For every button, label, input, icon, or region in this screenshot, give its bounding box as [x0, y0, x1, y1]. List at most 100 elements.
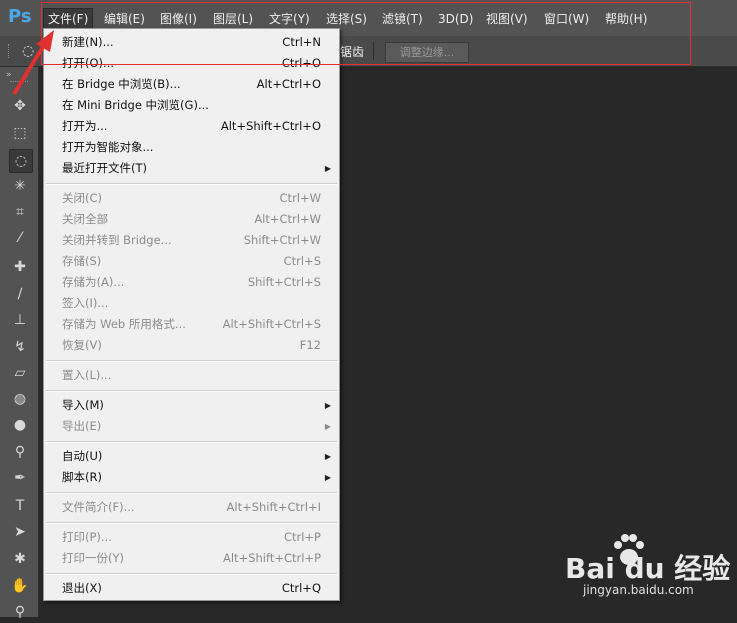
options-bar-grip[interactable] [8, 44, 12, 58]
lasso-icon[interactable]: ◌ [9, 149, 33, 173]
menu-separator [46, 390, 337, 392]
dodge-icon[interactable]: ⚲ [9, 441, 31, 463]
file-menu-item[interactable]: 退出(X) Ctrl+Q [44, 578, 339, 599]
file-menu-item[interactable]: 打开为... Alt+Shift+Ctrl+O [44, 116, 339, 137]
file-menu-item[interactable]: 打开(O)... Ctrl+O [44, 53, 339, 74]
file-menu-item[interactable]: 存储为 Web 所用格式... Alt+Shift+Ctrl+S [44, 314, 339, 335]
menu-item-label: 文件简介(F)... [62, 500, 135, 514]
file-menu-item[interactable]: 关闭全部 Alt+Ctrl+W [44, 209, 339, 230]
submenu-arrow-icon: ▶ [324, 401, 331, 410]
menu-item-label: 自动(U) [62, 449, 103, 463]
rectangular-marquee-icon[interactable]: ⬚ [9, 122, 31, 144]
eraser-icon[interactable]: ▱ [9, 362, 31, 384]
file-menu-item[interactable]: 文件简介(F)... Alt+Shift+Ctrl+I [44, 497, 339, 518]
menu-separator [46, 183, 337, 185]
photoshop-logo: Ps [8, 6, 32, 27]
menu-select[interactable]: 选择(S) [322, 9, 371, 29]
menu-item-label: 在 Mini Bridge 中浏览(G)... [62, 98, 209, 112]
menu-separator [46, 492, 337, 494]
menu-edit[interactable]: 编辑(E) [100, 9, 149, 29]
menu-item-label: 新建(N)... [62, 35, 114, 49]
healing-brush-icon[interactable]: ✚ [9, 256, 31, 278]
file-menu-item[interactable]: 自动(U) ▶ [44, 446, 339, 467]
menu-filter[interactable]: 滤镜(T) [378, 9, 427, 29]
eyedropper-icon[interactable]: ⁄ [9, 227, 31, 249]
brush-icon[interactable]: ∕ [9, 283, 31, 305]
menu-item-shortcut: Ctrl+W [279, 191, 321, 205]
menu-3d[interactable]: 3D(D) [434, 9, 477, 29]
file-menu-item[interactable]: 签入(I)... [44, 293, 339, 314]
clone-stamp-icon[interactable]: ⊥ [9, 309, 31, 331]
pen-icon[interactable]: ✒ [9, 467, 31, 489]
menu-item-shortcut: Shift+Ctrl+W [243, 233, 321, 247]
menu-item-label: 关闭全部 [62, 212, 108, 226]
move-icon[interactable]: ✥ [9, 95, 31, 117]
file-menu-item[interactable]: 脚本(R) ▶ [44, 467, 339, 488]
file-menu-item[interactable]: 打开为智能对象... [44, 137, 339, 158]
custom-shape-icon[interactable]: ✱ [9, 548, 31, 570]
menu-type[interactable]: 文字(Y) [265, 9, 314, 29]
file-menu-item[interactable]: 打印一份(Y) Alt+Shift+Ctrl+P [44, 548, 339, 569]
menu-item-shortcut: Ctrl+N [282, 35, 321, 49]
file-menu-item[interactable]: 最近打开文件(T) ▶ [44, 158, 339, 179]
menu-item-shortcut: Alt+Ctrl+W [254, 212, 321, 226]
file-menu-item[interactable]: 打印(P)... Ctrl+P [44, 527, 339, 548]
menu-window[interactable]: 窗口(W) [540, 9, 593, 29]
menu-item-label: 脚本(R) [62, 470, 102, 484]
collapse-panel-icon[interactable]: » [6, 70, 12, 80]
file-menu-item[interactable]: 存储为(A)... Shift+Ctrl+S [44, 272, 339, 293]
zoom-icon[interactable]: ⚲ [9, 601, 31, 623]
menu-item-shortcut: Alt+Ctrl+O [256, 77, 321, 91]
file-menu-item[interactable]: 置入(L)... [44, 365, 339, 386]
history-brush-icon[interactable]: ↯ [9, 336, 31, 358]
menu-item-label: 退出(X) [62, 581, 102, 595]
menu-item-label: 签入(I)... [62, 296, 109, 310]
menu-item-shortcut: Alt+Shift+Ctrl+P [222, 551, 321, 565]
menu-item-label: 存储为 Web 所用格式... [62, 317, 186, 331]
options-separator [373, 42, 374, 60]
file-menu-item[interactable]: 关闭并转到 Bridge... Shift+Ctrl+W [44, 230, 339, 251]
menu-item-label: 关闭并转到 Bridge... [62, 233, 172, 247]
magic-wand-icon[interactable]: ✳ [9, 175, 31, 197]
menu-image[interactable]: 图像(I) [156, 9, 201, 29]
file-menu-item[interactable]: 新建(N)... Ctrl+N [44, 32, 339, 53]
lasso-tool-preset-icon[interactable]: ◌ [22, 43, 34, 59]
menu-separator [46, 360, 337, 362]
path-selection-icon[interactable]: ➤ [9, 521, 31, 543]
paint-bucket-icon[interactable]: ◍ [9, 388, 31, 410]
file-menu-item[interactable]: 导入(M) ▶ [44, 395, 339, 416]
file-menu-item[interactable]: 恢复(V) F12 [44, 335, 339, 356]
file-menu-item[interactable]: 在 Bridge 中浏览(B)... Alt+Ctrl+O [44, 74, 339, 95]
menu-item-shortcut: Alt+Shift+Ctrl+I [226, 500, 321, 514]
blur-icon[interactable]: ● [9, 414, 31, 436]
hand-icon[interactable]: ✋ [9, 575, 31, 597]
menu-item-label: 导出(E) [62, 419, 102, 433]
menu-item-shortcut: Shift+Ctrl+S [247, 275, 321, 289]
menu-layer[interactable]: 图层(L) [209, 9, 257, 29]
refine-edge-button[interactable]: 调整边缘... [385, 42, 469, 63]
menu-item-label: 置入(L)... [62, 368, 112, 382]
menu-item-label: 打开为... [62, 119, 108, 133]
file-menu-item[interactable]: 存储(S) Ctrl+S [44, 251, 339, 272]
file-menu-item[interactable]: 导出(E) ▶ [44, 416, 339, 437]
menu-item-label: 导入(M) [62, 398, 104, 412]
watermark-main-text: Bai du 经验 [565, 552, 731, 585]
menu-help[interactable]: 帮助(H) [601, 9, 651, 29]
menu-file[interactable]: 文件(F) [43, 8, 94, 30]
file-menu-dropdown: 新建(N)... Ctrl+N 打开(O)... Ctrl+O 在 Bridge 中浏览… [43, 28, 340, 601]
menu-separator [46, 522, 337, 524]
submenu-arrow-icon: ▶ [324, 164, 331, 173]
type-icon[interactable]: T [9, 495, 31, 517]
tools-panel-grip[interactable] [10, 81, 28, 85]
menu-item-label: 在 Bridge 中浏览(B)... [62, 77, 181, 91]
menu-item-label: 打开为智能对象... [62, 140, 154, 154]
menu-item-shortcut: Ctrl+P [283, 530, 321, 544]
file-menu-item[interactable]: 关闭(C) Ctrl+W [44, 188, 339, 209]
crop-icon[interactable]: ⌗ [9, 201, 31, 223]
menu-view[interactable]: 视图(V) [482, 9, 532, 29]
menu-item-label: 打印一份(Y) [62, 551, 124, 565]
menu-item-shortcut: Alt+Shift+Ctrl+O [220, 119, 321, 133]
menu-item-label: 恢复(V) [62, 338, 102, 352]
submenu-arrow-icon: ▶ [324, 422, 331, 431]
file-menu-item[interactable]: 在 Mini Bridge 中浏览(G)... [44, 95, 339, 116]
